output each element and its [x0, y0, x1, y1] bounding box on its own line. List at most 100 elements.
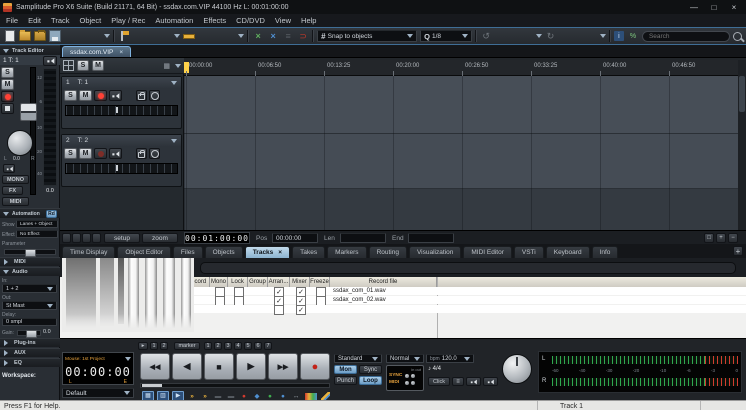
- range-1-button[interactable]: 1: [150, 342, 158, 350]
- volume-handle[interactable]: [116, 107, 118, 113]
- open-folder-icon[interactable]: [19, 30, 31, 42]
- draw-dropdown-icon[interactable]: [238, 34, 244, 41]
- transport-scrollbar[interactable]: [140, 383, 330, 388]
- new-project-icon[interactable]: [4, 30, 16, 42]
- table-row[interactable]: ✓ ✓ ssdax_com_01.wav: [184, 287, 746, 295]
- all-solo-button[interactable]: S: [77, 60, 89, 71]
- mute-button[interactable]: M: [79, 90, 92, 101]
- settings-button[interactable]: [149, 148, 160, 159]
- tab-takes[interactable]: Takes: [292, 246, 325, 258]
- undo-icon[interactable]: ↺: [480, 30, 492, 42]
- track-2-lane[interactable]: [184, 134, 738, 189]
- menu-help[interactable]: Help: [301, 16, 316, 25]
- solo-button[interactable]: S: [1, 67, 14, 78]
- audio-section-header[interactable]: Audio: [0, 267, 60, 276]
- menu-object[interactable]: Object: [80, 16, 102, 25]
- eq-section-header[interactable]: EQ: [0, 358, 60, 367]
- all-mute-button[interactable]: M: [92, 60, 104, 71]
- search-icon[interactable]: [733, 32, 742, 41]
- table-row[interactable]: ✓ ✓ ssdax_com_02.wav: [184, 296, 746, 304]
- marker-dropdown-icon[interactable]: [174, 34, 180, 41]
- click-options-icon[interactable]: ≡: [452, 377, 464, 386]
- tab-files[interactable]: Files: [173, 246, 203, 258]
- time-mode-label[interactable]: Mouse: 1st Project: [65, 357, 105, 362]
- menu-cddvd[interactable]: CD/DVD: [236, 16, 265, 25]
- track-2-title[interactable]: 2 T: 2: [62, 135, 181, 146]
- effect-select[interactable]: No Effect: [16, 230, 58, 238]
- tab-info[interactable]: Info: [592, 246, 619, 258]
- column-mixer[interactable]: Mixer: [290, 277, 310, 287]
- lock-button[interactable]: [136, 148, 147, 159]
- lock-button[interactable]: [136, 90, 147, 101]
- tab-vsti[interactable]: VSTi: [514, 246, 544, 258]
- track-header-1[interactable]: 1 T: 1 S M: [61, 76, 182, 129]
- rewind-button[interactable]: ◀: [172, 353, 202, 380]
- sync-out-knob[interactable]: [411, 374, 415, 378]
- menu-track[interactable]: Track: [51, 16, 69, 25]
- parameter-slider[interactable]: [4, 249, 56, 255]
- settings-button[interactable]: [149, 90, 160, 101]
- save-dropdown-icon[interactable]: [104, 34, 110, 41]
- percent-icon[interactable]: %: [627, 30, 639, 42]
- marker-button[interactable]: marker: [174, 342, 200, 350]
- record-arm-button[interactable]: [94, 90, 107, 101]
- grid-icon[interactable]: [63, 60, 74, 71]
- track-editor-header[interactable]: Track Editor: [0, 45, 60, 55]
- pan-knob[interactable]: [7, 130, 33, 156]
- track-volume-strip[interactable]: [65, 105, 178, 116]
- column-arrangement[interactable]: Arran...: [268, 277, 290, 287]
- workspace-select[interactable]: Default: [62, 388, 134, 398]
- play-button[interactable]: ▶: [236, 353, 266, 380]
- monitor-button[interactable]: [109, 148, 122, 159]
- audio-in-select[interactable]: 1 + 2: [2, 284, 57, 293]
- input-monitor-button[interactable]: [1, 103, 14, 114]
- track-volume-strip[interactable]: [65, 163, 178, 174]
- click-button[interactable]: Click: [428, 377, 450, 386]
- search-input[interactable]: [642, 31, 730, 42]
- setup-button[interactable]: setup: [104, 233, 140, 243]
- tab-keyboard[interactable]: Keyboard: [546, 246, 590, 258]
- bpm-select[interactable]: bpm 120.0: [426, 354, 474, 363]
- speaker-a-button[interactable]: [466, 377, 481, 386]
- parameter-slider-handle[interactable]: [25, 249, 36, 257]
- tab-tracks[interactable]: Tracks ×: [245, 246, 290, 258]
- column-freeze[interactable]: Freeze: [310, 277, 330, 287]
- sync-in-knob[interactable]: [405, 374, 409, 378]
- minimize-icon[interactable]: —: [685, 3, 703, 12]
- monitor-button[interactable]: [109, 90, 122, 101]
- gain-slider-handle[interactable]: [26, 330, 37, 338]
- project-tab[interactable]: ssdax.com.VIP ×: [62, 46, 131, 57]
- time-signature[interactable]: ♪ 4/4: [428, 366, 441, 372]
- volume-fader-handle[interactable]: [20, 103, 37, 121]
- info-icon[interactable]: i: [614, 31, 624, 41]
- mute-button[interactable]: M: [79, 148, 92, 159]
- solo-button[interactable]: S: [64, 148, 77, 159]
- close-icon[interactable]: ×: [725, 3, 743, 12]
- track-1-lane[interactable]: [184, 76, 738, 134]
- timeline-ruler[interactable]: 00:00:00 00:06:50 00:13:25 00:20:00 00:2…: [184, 60, 738, 76]
- monitor-toggle[interactable]: Mon: [334, 365, 357, 374]
- marker-5-button[interactable]: 5: [244, 342, 252, 350]
- tab-visualization[interactable]: Visualization: [409, 246, 461, 258]
- tab-time-display[interactable]: Time Display: [62, 246, 115, 258]
- midi-out-knob[interactable]: [411, 381, 415, 385]
- speaker-small-button[interactable]: [3, 164, 15, 173]
- tab-routing[interactable]: Routing: [369, 246, 407, 258]
- zoom-preset-3[interactable]: [82, 233, 91, 243]
- delay-value[interactable]: 0 smpl: [2, 318, 57, 326]
- go-to-start-button[interactable]: ◀◀: [140, 353, 170, 380]
- quantize-select[interactable]: Q 1/8: [420, 30, 472, 42]
- marker-6-button[interactable]: 6: [254, 342, 262, 350]
- scrollbar-thumb[interactable]: [739, 76, 745, 112]
- table-row[interactable]: ✓: [184, 305, 746, 313]
- automation-header[interactable]: Automation Rd: [0, 208, 60, 218]
- snap-select[interactable]: # Snap to objects: [317, 30, 417, 42]
- record-mode-select[interactable]: Standard: [334, 354, 382, 363]
- marker-3-button[interactable]: 3: [224, 342, 232, 350]
- add-tab-button[interactable]: +: [733, 246, 743, 256]
- midi-section-header[interactable]: MIDI: [0, 257, 60, 266]
- column-lock[interactable]: Lock: [228, 277, 248, 287]
- column-group[interactable]: Group: [248, 277, 268, 287]
- solo-button[interactable]: S: [64, 90, 77, 101]
- range-icon[interactable]: ▸: [138, 342, 148, 350]
